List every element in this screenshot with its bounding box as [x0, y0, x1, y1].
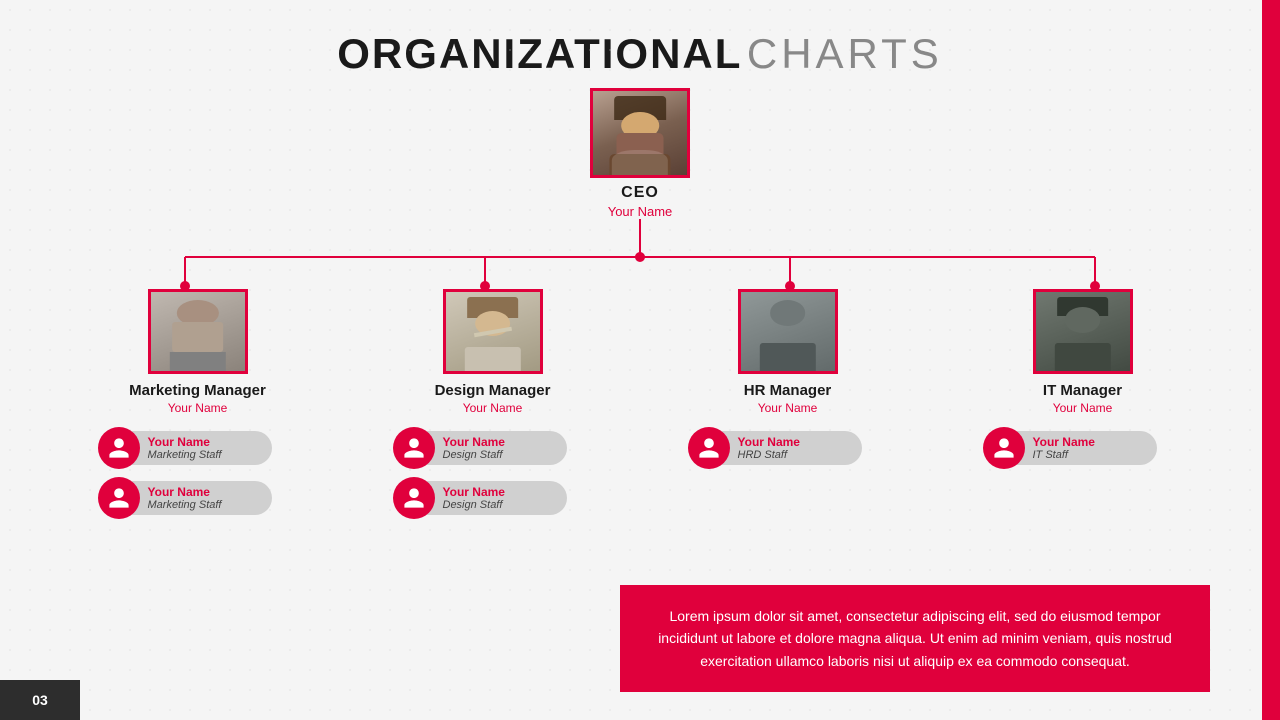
- manager-name-design: Your Name: [463, 401, 523, 415]
- manager-name-hr: Your Name: [758, 401, 818, 415]
- managers-level: Marketing Manager Your Name Your Name Ma…: [20, 289, 1260, 519]
- ceo-level: CEO Your Name: [20, 88, 1260, 219]
- staff-role: IT Staff: [1033, 449, 1147, 461]
- staff-info: Your Name Marketing Staff: [132, 431, 272, 465]
- manager-role-it: IT Manager: [1043, 382, 1122, 399]
- manager-card-marketing: Marketing Manager Your Name Your Name Ma…: [88, 289, 308, 519]
- org-chart: CEO Your Name: [20, 88, 1260, 519]
- staff-info: Your Name HRD Staff: [722, 431, 862, 465]
- staff-item: Your Name Marketing Staff: [98, 477, 298, 519]
- manager-card-hr: HR Manager Your Name Your Name HRD Staff: [678, 289, 898, 519]
- person-icon: [402, 436, 426, 460]
- manager-name-marketing: Your Name: [168, 401, 228, 415]
- staff-info: Your Name IT Staff: [1017, 431, 1157, 465]
- staff-item: Your Name Design Staff: [393, 477, 593, 519]
- manager-card-it: IT Manager Your Name Your Name IT Staff: [973, 289, 1193, 519]
- staff-name: Your Name: [443, 485, 557, 499]
- staff-name: Your Name: [443, 435, 557, 449]
- ceo-photo: [590, 88, 690, 178]
- staff-avatar: [98, 477, 140, 519]
- staff-avatar: [393, 477, 435, 519]
- staff-role: Marketing Staff: [148, 449, 262, 461]
- tree-connector-svg: [20, 219, 1260, 299]
- lorem-box: Lorem ipsum dolor sit amet, consectetur …: [620, 585, 1210, 692]
- staff-info: Your Name Marketing Staff: [132, 481, 272, 515]
- staff-name: Your Name: [1033, 435, 1147, 449]
- manager-role-hr: HR Manager: [744, 382, 832, 399]
- staff-avatar: [983, 427, 1025, 469]
- title-light: CHARTS: [747, 30, 943, 77]
- person-icon: [402, 486, 426, 510]
- manager-photo-hr: [738, 289, 838, 374]
- staff-avatar: [393, 427, 435, 469]
- staff-item: Your Name Design Staff: [393, 427, 593, 469]
- right-accent-bar: [1262, 0, 1280, 720]
- staff-list-hr: Your Name HRD Staff: [688, 427, 888, 469]
- staff-avatar: [98, 427, 140, 469]
- staff-role: Design Staff: [443, 499, 557, 511]
- staff-info: Your Name Design Staff: [427, 431, 567, 465]
- staff-name: Your Name: [148, 435, 262, 449]
- manager-role-design: Design Manager: [435, 382, 551, 399]
- staff-role: Design Staff: [443, 449, 557, 461]
- page-title: ORGANIZATIONAL CHARTS: [0, 0, 1280, 78]
- manager-role-marketing: Marketing Manager: [129, 382, 266, 399]
- ceo-name: Your Name: [608, 204, 673, 219]
- staff-item: Your Name IT Staff: [983, 427, 1183, 469]
- staff-item: Your Name HRD Staff: [688, 427, 888, 469]
- ceo-card: CEO Your Name: [590, 88, 690, 219]
- staff-list-it: Your Name IT Staff: [983, 427, 1183, 469]
- staff-role: Marketing Staff: [148, 499, 262, 511]
- staff-avatar: [688, 427, 730, 469]
- person-icon: [107, 486, 131, 510]
- page-number: 03: [0, 680, 80, 720]
- manager-photo-it: [1033, 289, 1133, 374]
- staff-name: Your Name: [738, 435, 852, 449]
- staff-list-marketing: Your Name Marketing Staff Your Name Mark…: [98, 427, 298, 519]
- manager-name-it: Your Name: [1053, 401, 1113, 415]
- manager-photo-design: [443, 289, 543, 374]
- person-icon: [992, 436, 1016, 460]
- ceo-role: CEO: [621, 184, 659, 202]
- person-icon: [107, 436, 131, 460]
- person-icon: [697, 436, 721, 460]
- title-bold: ORGANIZATIONAL: [337, 30, 742, 77]
- staff-name: Your Name: [148, 485, 262, 499]
- staff-info: Your Name Design Staff: [427, 481, 567, 515]
- manager-photo-marketing: [148, 289, 248, 374]
- staff-list-design: Your Name Design Staff Your Name Design …: [393, 427, 593, 519]
- staff-role: HRD Staff: [738, 449, 852, 461]
- manager-card-design: Design Manager Your Name Your Name Desig…: [383, 289, 603, 519]
- staff-item: Your Name Marketing Staff: [98, 427, 298, 469]
